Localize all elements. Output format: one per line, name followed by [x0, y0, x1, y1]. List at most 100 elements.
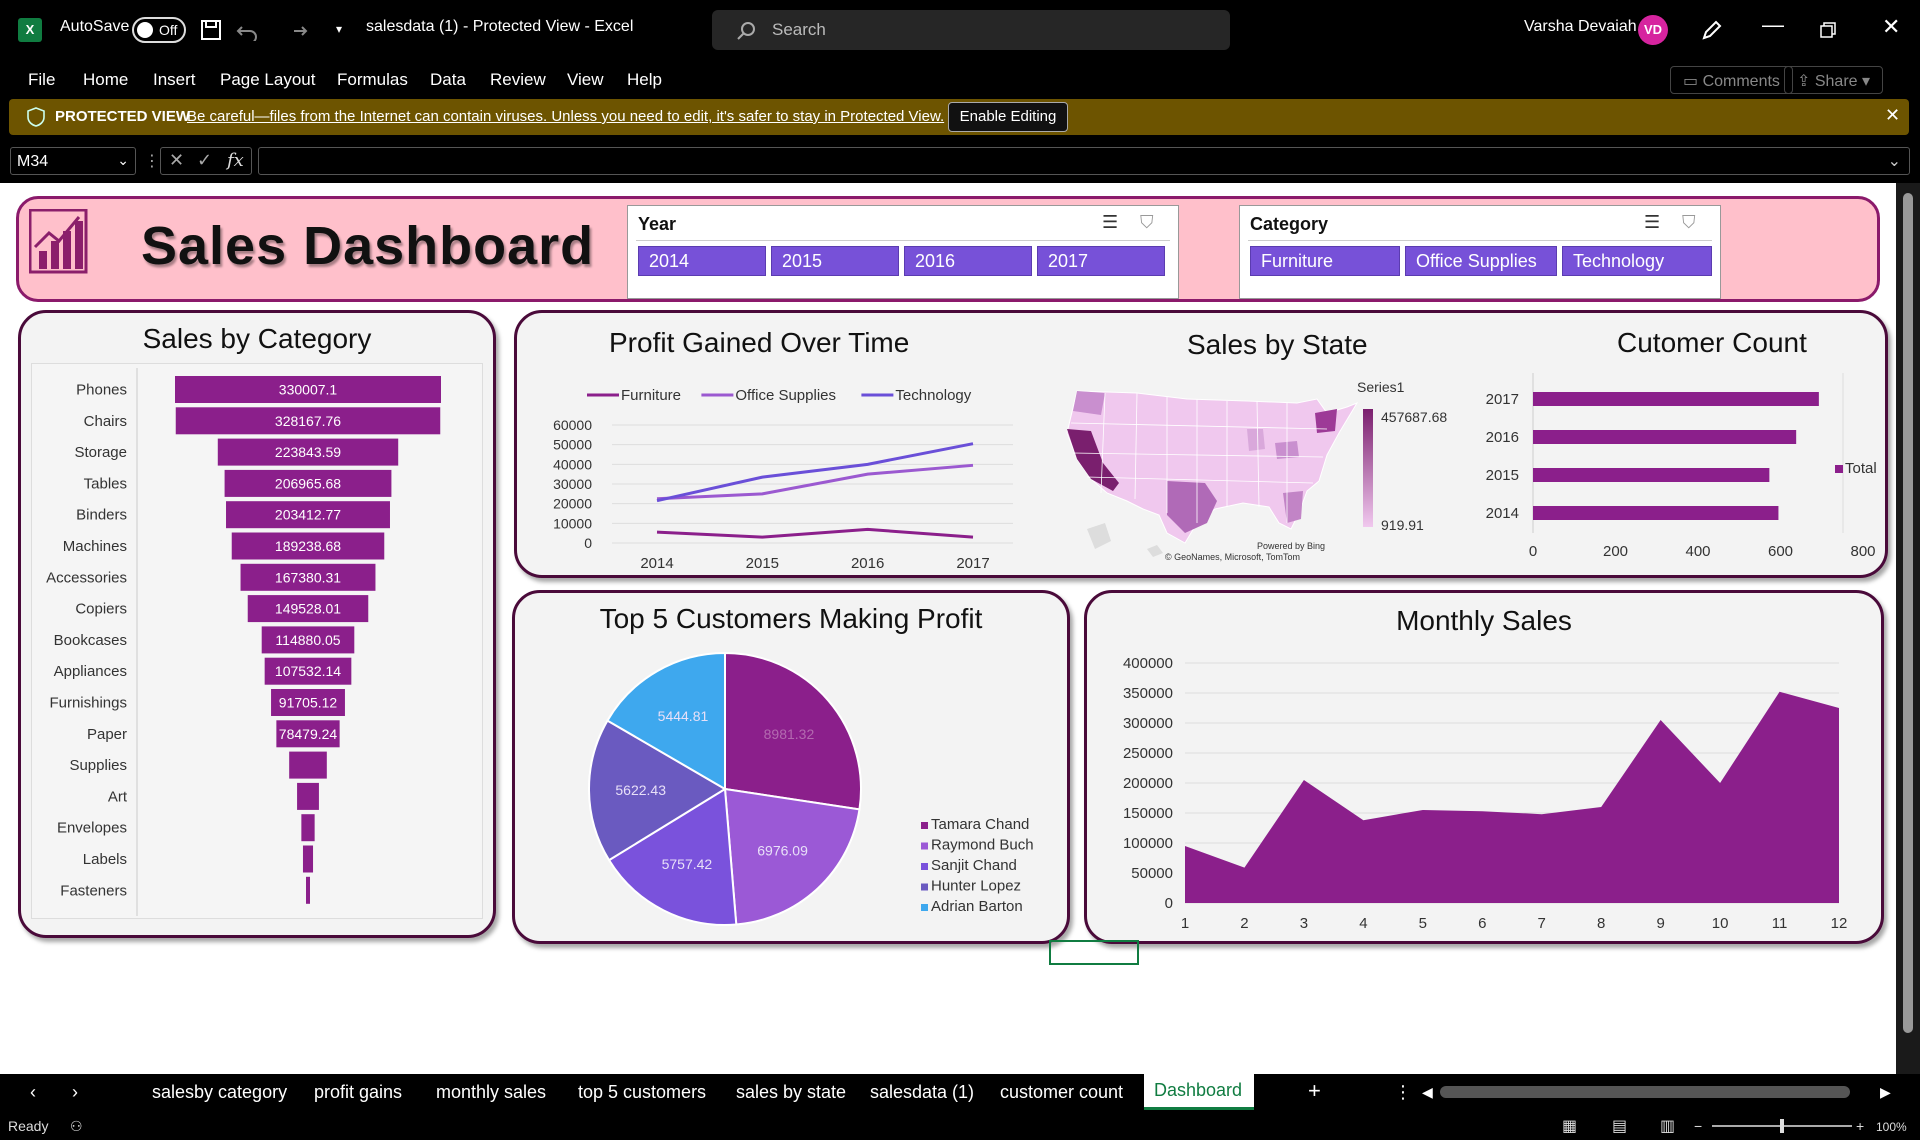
scroll-left-arrow-icon[interactable]: ◀ [1422, 1084, 1433, 1101]
page-layout-view-icon[interactable]: ▤ [1612, 1116, 1627, 1136]
more-options-icon[interactable]: ⋮ [144, 151, 160, 171]
category-tick-label: Furnishings [49, 695, 127, 712]
profit-y-tick: 40000 [553, 456, 592, 472]
tab-customer-count[interactable]: customer count [1000, 1082, 1123, 1103]
category-data-label: 107532.14 [275, 663, 341, 679]
autosave-toggle[interactable]: Off [132, 17, 186, 43]
shield-icon [27, 107, 45, 127]
customer-x-tick: 0 [1529, 543, 1537, 560]
menu-formulas[interactable]: Formulas [337, 70, 408, 90]
slicer-item-2017[interactable]: 2017 [1037, 246, 1165, 276]
minimize-icon[interactable]: — [1762, 12, 1784, 38]
slicer-item-furniture[interactable]: Furniture [1250, 246, 1400, 276]
zoom-level[interactable]: 100% [1876, 1120, 1907, 1134]
restore-icon[interactable] [1820, 22, 1836, 38]
profit-y-tick: 30000 [553, 476, 592, 492]
top-charts-panel: Profit Gained Over Time Sales by State C… [514, 310, 1888, 578]
multi-select-icon[interactable]: ☰ [1102, 212, 1118, 233]
vertical-scrollbar[interactable] [1896, 183, 1920, 1074]
more-sheets-icon[interactable]: ⋮ [1394, 1082, 1412, 1103]
category-tick-label: Fasteners [60, 882, 127, 899]
menu-data[interactable]: Data [430, 70, 466, 90]
accessibility-icon[interactable]: ⚇ [70, 1118, 83, 1135]
comments-button[interactable]: ▭ Comments [1670, 66, 1793, 94]
search-box[interactable]: Search [712, 10, 1230, 50]
tab-scroll-left-icon[interactable]: ‹ [30, 1082, 36, 1103]
menu-review[interactable]: Review [490, 70, 546, 90]
slicer-item-office-supplies[interactable]: Office Supplies [1405, 246, 1557, 276]
slicer-item-2014[interactable]: 2014 [638, 246, 766, 276]
category-data-label: 328167.76 [275, 413, 341, 429]
redo-icon[interactable] [286, 19, 308, 41]
menu-home[interactable]: Home [83, 70, 128, 90]
category-data-label: 149528.01 [275, 601, 341, 617]
tab-sales-by-state[interactable]: sales by state [736, 1082, 846, 1103]
monthly-y-tick: 100000 [1123, 835, 1173, 852]
selected-cell[interactable] [1049, 940, 1139, 965]
menu-page-layout[interactable]: Page Layout [220, 70, 315, 90]
clear-filter-icon[interactable]: ⛉ [1140, 212, 1154, 233]
close-icon[interactable]: ✕ [1882, 14, 1900, 40]
undo-icon[interactable] [236, 19, 258, 41]
customer-y-tick: 2014 [1486, 505, 1519, 522]
category-bar [289, 751, 327, 779]
tab-dashboard[interactable]: Dashboard [1144, 1074, 1254, 1110]
sales-by-category-chart: Phones 330007.1 Chairs 328167.76 Storage 2238… [46, 368, 441, 916]
tab-salesby-category[interactable]: salesby category [152, 1082, 287, 1103]
horizontal-scrollbar[interactable] [1440, 1086, 1850, 1098]
tab-salesdata[interactable]: salesdata (1) [870, 1082, 974, 1103]
zoom-in-icon[interactable]: + [1856, 1118, 1864, 1134]
zoom-slider[interactable] [1712, 1119, 1852, 1133]
tab-scroll-right-icon[interactable]: › [72, 1082, 78, 1103]
monthly-y-tick: 300000 [1123, 715, 1173, 732]
check-icon[interactable]: ✓ [197, 150, 212, 171]
name-box[interactable]: M34 ⌄ [10, 147, 136, 175]
scroll-right-arrow-icon[interactable]: ▶ [1880, 1084, 1891, 1101]
comment-icon: ▭ [1683, 73, 1703, 90]
status-ready: Ready [8, 1118, 49, 1134]
fx-icon[interactable]: fx [227, 150, 244, 171]
monthly-y-tick: 250000 [1123, 745, 1173, 762]
profit-legend-label: Office Supplies [735, 387, 836, 404]
pie-data-label: 8981.32 [764, 726, 815, 742]
menu-file[interactable]: File [28, 70, 55, 90]
slicer-item-technology[interactable]: Technology [1562, 246, 1712, 276]
protected-view-message[interactable]: Be careful—files from the Internet can c… [187, 108, 944, 125]
category-tick-label: Paper [87, 726, 127, 743]
clear-filter-icon[interactable]: ⛉ [1682, 212, 1696, 233]
map-credit-geonames: © GeoNames, Microsoft, TomTom [1165, 552, 1300, 562]
category-bar [297, 782, 319, 810]
pie-legend-label: Raymond Buch [931, 837, 1034, 854]
tab-profit-gains[interactable]: profit gains [314, 1082, 402, 1103]
map-legend-gradient [1363, 409, 1373, 527]
monthly-x-tick: 10 [1712, 915, 1729, 932]
page-break-view-icon[interactable]: ▥ [1660, 1116, 1675, 1136]
pie-legend-swatch [921, 904, 928, 911]
tab-monthly-sales[interactable]: monthly sales [436, 1082, 546, 1103]
multi-select-icon[interactable]: ☰ [1644, 212, 1660, 233]
close-icon[interactable]: ✕ [1885, 105, 1900, 126]
save-icon[interactable] [200, 19, 222, 41]
zoom-out-icon[interactable]: − [1694, 1118, 1702, 1134]
cancel-icon[interactable]: ✕ [169, 150, 184, 171]
formula-input[interactable]: ⌄ [258, 147, 1910, 175]
menu-help[interactable]: Help [627, 70, 662, 90]
profit-legend-label: Furniture [621, 387, 681, 404]
category-tick-label: Tables [84, 475, 127, 492]
menu-insert[interactable]: Insert [153, 70, 196, 90]
monthly-y-tick: 200000 [1123, 775, 1173, 792]
pen-icon[interactable] [1700, 18, 1724, 42]
qat-customize-icon[interactable]: ▾ [336, 22, 342, 36]
avatar[interactable]: VD [1638, 15, 1668, 45]
pie-legend-swatch [921, 842, 928, 850]
normal-view-icon[interactable]: ▦ [1562, 1116, 1577, 1136]
menu-view[interactable]: View [567, 70, 604, 90]
add-sheet-icon[interactable]: + [1308, 1078, 1321, 1104]
slicer-item-2015[interactable]: 2015 [771, 246, 899, 276]
slicer-item-2016[interactable]: 2016 [904, 246, 1032, 276]
share-button[interactable]: ⇪ Share ▾ [1784, 66, 1884, 94]
chevron-down-icon[interactable]: ⌄ [1888, 151, 1901, 171]
profit-line-chart: 0 10000 20000 30000 40000 50000 60000 2014 2015 2… [553, 387, 1013, 572]
tab-top-5-customers[interactable]: top 5 customers [578, 1082, 706, 1103]
enable-editing-button[interactable]: Enable Editing [948, 102, 1068, 132]
